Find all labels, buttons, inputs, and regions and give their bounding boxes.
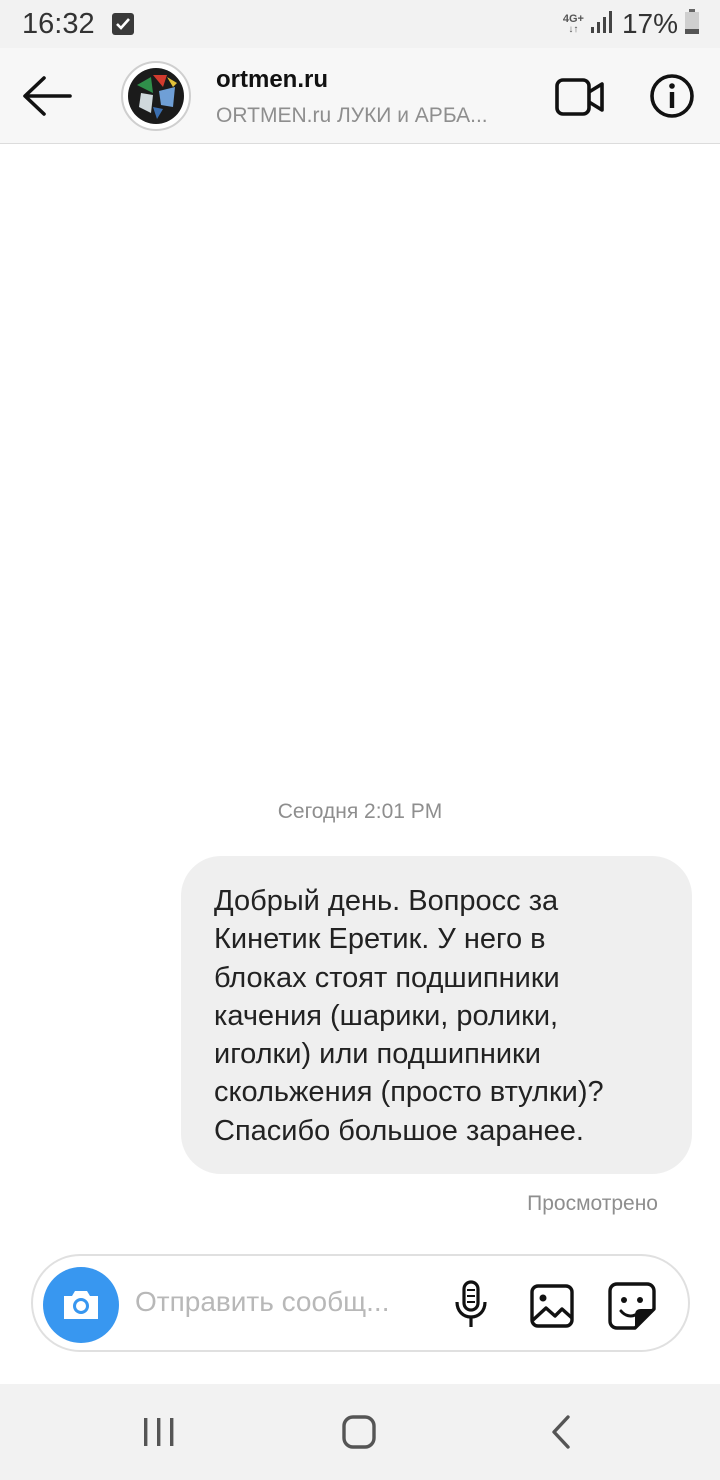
camera-button[interactable] bbox=[43, 1267, 119, 1343]
sticker-icon bbox=[608, 1282, 656, 1330]
status-time: 16:32 bbox=[22, 8, 95, 40]
recent-apps-button[interactable] bbox=[140, 1416, 178, 1448]
info-button[interactable] bbox=[648, 72, 696, 120]
battery-icon bbox=[684, 8, 700, 40]
chevron-left-icon bbox=[552, 1415, 570, 1449]
home-icon bbox=[342, 1415, 376, 1449]
profile-avatar[interactable] bbox=[121, 61, 191, 131]
message-text: Добрый день. Вопросс за Кинетик Еретик. … bbox=[214, 885, 604, 1147]
video-call-button[interactable] bbox=[554, 75, 606, 119]
info-icon bbox=[650, 74, 694, 118]
camera-icon bbox=[64, 1291, 98, 1319]
avatar-logo-icon bbox=[128, 68, 184, 124]
outgoing-message-bubble[interactable]: Добрый день. Вопросс за Кинетик Еретик. … bbox=[181, 856, 692, 1174]
message-timestamp: Сегодня 2:01 PM bbox=[277, 800, 443, 823]
signal-icon bbox=[590, 10, 616, 39]
microphone-icon bbox=[455, 1280, 487, 1327]
gallery-button[interactable] bbox=[529, 1283, 575, 1329]
sticker-button[interactable] bbox=[607, 1281, 657, 1331]
back-button[interactable] bbox=[20, 70, 74, 122]
chat-title[interactable]: ortmen.ru bbox=[216, 66, 328, 94]
status-indicators: 4G+ ↓↑ 17% bbox=[563, 8, 700, 40]
arrow-left-icon bbox=[23, 76, 72, 116]
chat-subtitle: ORTMEN.ru ЛУКИ и АРБА... bbox=[216, 104, 488, 127]
image-icon bbox=[530, 1284, 574, 1328]
system-nav-bar bbox=[0, 1384, 720, 1480]
battery-percent: 17% bbox=[621, 8, 678, 39]
notification-check-icon bbox=[112, 13, 134, 35]
video-camera-icon bbox=[555, 78, 604, 116]
system-back-button[interactable] bbox=[548, 1414, 574, 1450]
status-bar: 16:32 4G+ ↓↑ 17% bbox=[0, 0, 720, 48]
network-type: 4G+ ↓↑ bbox=[562, 12, 584, 35]
home-button[interactable] bbox=[340, 1414, 378, 1450]
seen-status: Просмотрено bbox=[527, 1192, 658, 1215]
recent-apps-icon bbox=[144, 1418, 174, 1446]
message-composer: Отправить сообщ... bbox=[31, 1254, 690, 1352]
voice-message-button[interactable] bbox=[451, 1280, 491, 1330]
message-input[interactable]: Отправить сообщ... bbox=[135, 1286, 435, 1318]
chat-header: ortmen.ru ORTMEN.ru ЛУКИ и АРБА... bbox=[0, 48, 720, 144]
